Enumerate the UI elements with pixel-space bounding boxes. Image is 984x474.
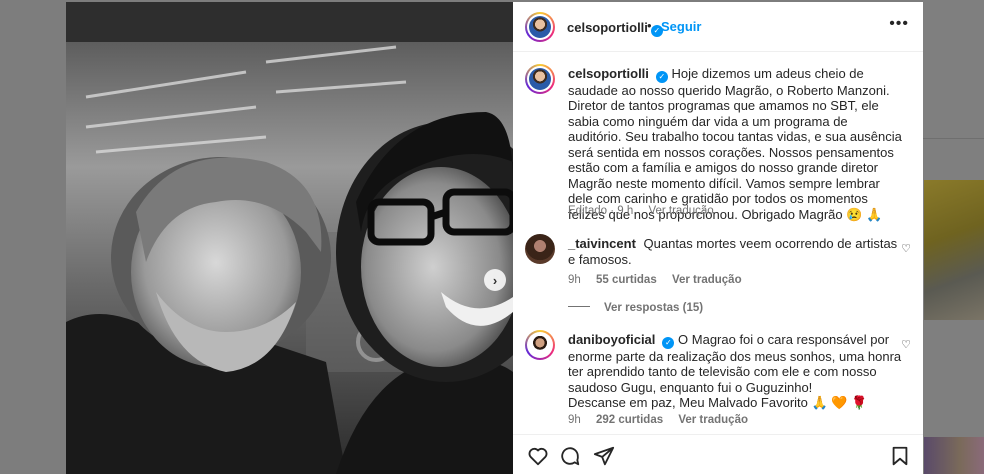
send-icon[interactable] — [593, 445, 615, 467]
follow-button[interactable]: Seguir — [661, 19, 701, 34]
comment-text: daniboyoficial ✓ O Magrao foi o cara resp… — [568, 332, 903, 411]
translate-link[interactable]: Ver tradução — [678, 414, 748, 426]
comment-icon[interactable] — [559, 445, 581, 467]
caption-body: Hoje dizemos um adeus cheio de saudade a… — [568, 66, 902, 222]
comment-meta: 9h 292 curtidas Ver tradução — [568, 414, 760, 426]
caption-text: celsoportiolli ✓ Hoje dizemos um adeus ch… — [568, 66, 903, 222]
separator-dot: • — [647, 18, 652, 33]
verified-badge-icon: ✓ — [662, 336, 675, 349]
more-options-icon[interactable]: ••• — [889, 15, 909, 33]
edited-label: Editado · 9 h — [568, 205, 634, 217]
translate-link[interactable]: Ver tradução — [672, 274, 742, 286]
heart-icon[interactable]: ♡ — [901, 242, 911, 255]
chevron-right-icon: › — [492, 272, 498, 288]
comment-time: 9h — [568, 274, 581, 286]
author-avatar[interactable] — [525, 64, 555, 94]
comment-text: _taivincent Quantas mortes veem ocorrend… — [568, 236, 903, 267]
post-photo[interactable] — [66, 2, 513, 474]
replies-line — [568, 306, 590, 307]
comment-likes[interactable]: 292 curtidas — [596, 414, 663, 426]
commenter-avatar[interactable] — [525, 234, 555, 264]
caption-meta: Editado · 9 h Ver tradução — [568, 205, 726, 217]
photo-image — [66, 2, 513, 474]
background-thumbnail[interactable] — [924, 437, 984, 474]
comment-username[interactable]: daniboyoficial — [568, 332, 655, 347]
post-panel: celsoportiolli ✓ • Seguir ••• celsoportio… — [513, 2, 923, 474]
comment-likes[interactable]: 55 curtidas — [596, 274, 657, 286]
background-divider — [923, 138, 984, 139]
next-photo-button[interactable]: › — [484, 269, 506, 291]
heart-icon[interactable] — [527, 445, 549, 467]
comment-meta: 9h 55 curtidas Ver tradução — [568, 274, 754, 286]
view-replies-button[interactable]: Ver respostas (15) — [568, 302, 703, 314]
caption-username[interactable]: celsoportiolli — [568, 66, 649, 81]
comment-username[interactable]: _taivincent — [568, 236, 636, 251]
action-bar — [513, 434, 923, 474]
background-thumbnail[interactable] — [924, 180, 984, 320]
bookmark-icon[interactable] — [889, 445, 911, 467]
comment-body-line2: Descanse em paz, Meu Malvado Favorito 🙏 … — [568, 395, 868, 411]
post-header: celsoportiolli ✓ • Seguir ••• — [513, 2, 923, 52]
author-username[interactable]: celsoportiolli — [567, 20, 648, 35]
heart-icon[interactable]: ♡ — [901, 338, 911, 351]
verified-badge-icon: ✓ — [655, 70, 668, 83]
comment-time: 9h — [568, 414, 581, 426]
author-avatar[interactable] — [525, 12, 555, 42]
see-translation-link[interactable]: Ver tradução — [648, 205, 713, 217]
commenter-avatar[interactable] — [525, 330, 555, 360]
